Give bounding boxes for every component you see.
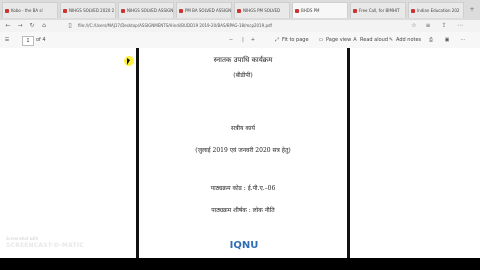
- back-icon[interactable]: ←: [4, 22, 12, 30]
- tab-label: Free Call, for BIMHIT: [359, 8, 400, 13]
- reading-list-icon[interactable]: ≡: [424, 22, 432, 30]
- browser-tab[interactable]: Kobo - the BA sl: [2, 2, 58, 18]
- favicon-icon: [179, 9, 183, 13]
- url-field[interactable]: file:///C:/Users/MAJ17/Desktop/ASSIGNMEN…: [78, 22, 398, 30]
- pdf-page: स्नातक उपाधि कार्यक्रम (बीडीपी) सत्रीय क…: [136, 48, 350, 258]
- doc-assignment-title: सत्रीय कार्य: [231, 125, 255, 132]
- mouse-pointer-icon: [127, 58, 130, 65]
- favicon-icon: [295, 9, 299, 13]
- read-aloud-icon: A: [353, 37, 357, 43]
- favicon-icon: [411, 9, 415, 13]
- browser-tab[interactable]: Free Call, for BIMHIT: [350, 2, 406, 18]
- page-view-icon: ▭: [318, 37, 324, 43]
- watermark-brand-text: SCREENCAST-O-MATIC: [6, 242, 84, 249]
- favicon-icon: [63, 9, 67, 13]
- browser-tab[interactable]: PM BA SOLVED ASSIGN: [176, 2, 232, 18]
- tab-label: NIHGS PM SOLVED: [243, 8, 281, 13]
- watermark-small-text: Screenshot with: [6, 236, 39, 241]
- save-icon[interactable]: ▣: [444, 35, 452, 45]
- tab-label: BHDS PM: [301, 8, 320, 13]
- refresh-icon[interactable]: ↻: [28, 22, 36, 30]
- more-menu-icon[interactable]: ⋯: [456, 22, 464, 30]
- new-tab-icon[interactable]: +: [468, 6, 476, 14]
- pdf-viewer[interactable]: स्नातक उपाधि कार्यक्रम (बीडीपी) सत्रीय क…: [0, 48, 480, 258]
- pen-icon: ✎: [388, 37, 394, 43]
- fit-to-page-button[interactable]: ⤢ Fit to page: [274, 35, 309, 45]
- doc-subheading: (बीडीपी): [233, 72, 253, 79]
- page-view-button[interactable]: ▭ Page view: [318, 35, 352, 45]
- fit-page-icon: ⤢: [274, 37, 279, 43]
- browser-tab[interactable]: NIHGS PM SOLVED: [234, 2, 290, 18]
- tab-label: Kobo - the BA sl: [11, 8, 43, 13]
- favicon-icon: [353, 9, 357, 13]
- pdf-toolbar: ☰ 1 of 4 − | + ⤢ Fit to page ▭ Page view A…: [0, 32, 480, 49]
- favorites-star-icon[interactable]: ☆: [410, 22, 418, 30]
- home-icon[interactable]: ⌂: [40, 22, 48, 30]
- share-icon[interactable]: ⇪: [440, 22, 448, 30]
- tab-label: NIHGS SOLVED 2020 2: [69, 8, 115, 13]
- contents-icon[interactable]: ☰: [4, 35, 12, 45]
- add-notes-button[interactable]: ✎ Add notes: [388, 35, 421, 45]
- read-aloud-button[interactable]: A Read aloud: [352, 35, 388, 45]
- favicon-icon: [121, 9, 125, 13]
- doc-heading: स्नातक उपाधि कार्यक्रम: [213, 56, 273, 64]
- browser-tab[interactable]: NIHGS SOLVED ASSIGN: [118, 2, 174, 18]
- favicon-icon: [237, 9, 241, 13]
- read-aloud-label: Read aloud: [360, 37, 389, 43]
- page-total-label: of 4: [36, 37, 46, 43]
- doc-course-title: पाठ्यक्रम शीर्षक : लोक नीति: [211, 207, 275, 214]
- bottom-black-bar: [0, 258, 480, 270]
- page-view-label: Page view: [326, 37, 352, 43]
- forward-icon[interactable]: →: [16, 22, 24, 30]
- browser-tab-active[interactable]: BHDS PM: [292, 2, 348, 18]
- doc-course-code: पाठ्यक्रम कोड : ई.पी.ए.–06: [210, 185, 276, 192]
- university-logo: IQNU: [229, 240, 259, 251]
- fit-to-page-label: Fit to page: [282, 37, 309, 43]
- browser-tab[interactable]: NIHGS SOLVED 2020 2: [60, 2, 116, 18]
- tab-label: Indian Education 202: [417, 8, 460, 13]
- more-options-icon[interactable]: ⋯: [460, 35, 468, 45]
- add-notes-label: Add notes: [396, 37, 422, 43]
- zoom-divider: |: [242, 37, 244, 43]
- file-icon: ▯: [68, 22, 72, 29]
- favicon-icon: [5, 9, 9, 13]
- recorder-watermark: Screenshot with SCREENCAST-O-MATIC: [2, 236, 92, 254]
- zoom-in-icon[interactable]: +: [250, 35, 258, 45]
- print-icon[interactable]: ⎙: [428, 35, 436, 45]
- zoom-out-icon[interactable]: −: [228, 35, 236, 45]
- browser-tab[interactable]: Indian Education 202: [408, 2, 464, 18]
- tab-label: PM BA SOLVED ASSIGN: [185, 8, 232, 13]
- page-number-input[interactable]: 1: [22, 36, 34, 46]
- browser-tab-bar: Kobo - the BA sl NIHGS SOLVED 2020 2 NIH…: [0, 0, 480, 21]
- tab-label: NIHGS SOLVED ASSIGN: [127, 8, 174, 13]
- doc-session: (जुलाई 2019 एवं जनवरी 2020 सत्र हेतु): [195, 147, 291, 154]
